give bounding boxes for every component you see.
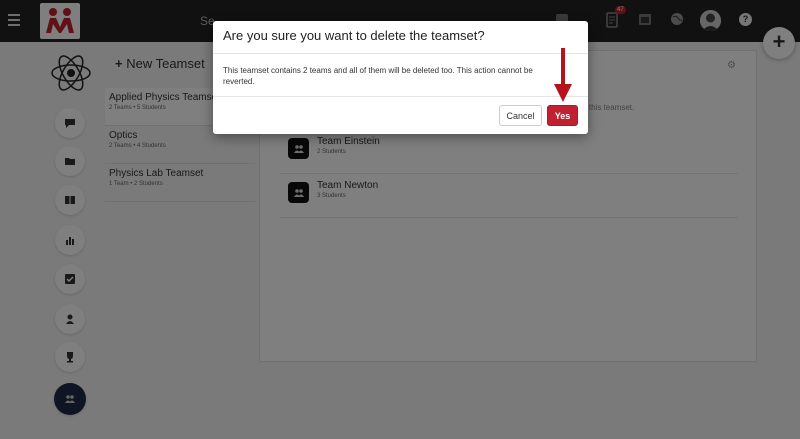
down-arrow-annotation-icon <box>554 48 572 102</box>
dialog-message: This teamset contains 2 teams and all of… <box>223 66 533 86</box>
cancel-button[interactable]: Cancel <box>499 105 542 126</box>
dialog-title: Are you sure you want to delete the team… <box>223 28 485 43</box>
delete-teamset-dialog: Are you sure you want to delete the team… <box>213 21 588 134</box>
divider <box>213 96 588 97</box>
yes-confirm-button[interactable]: Yes <box>547 105 578 126</box>
divider <box>213 53 588 54</box>
